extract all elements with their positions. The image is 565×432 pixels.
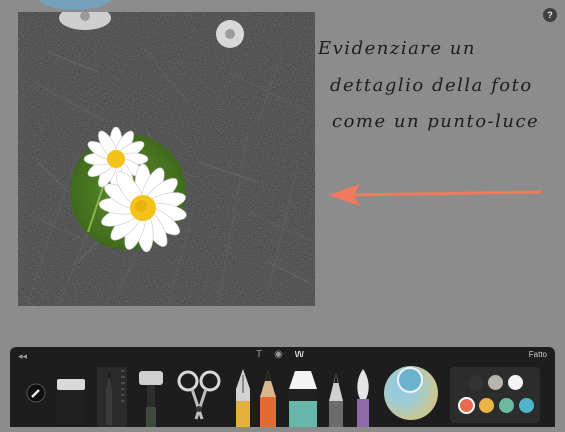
color-swatch-panel [450,367,540,423]
note-line-3: come un punto-luce [332,111,540,132]
color-swatch-yellow[interactable] [479,398,494,413]
arrow-annotation [328,184,543,206]
pen-icon[interactable] [326,371,346,432]
mode-switcher: T ◉ \/\/ [256,349,304,360]
collapse-toolbar-button[interactable]: ◂◂ [18,351,27,362]
color-mixer-wheel[interactable] [384,366,438,420]
color-swatch-gray[interactable] [488,375,503,390]
selected-color-indicator [397,367,423,393]
color-swatch-white[interactable] [508,375,523,390]
marker-icon[interactable] [287,369,319,432]
color-swatch-orange[interactable] [458,397,475,414]
fountain-pen-icon[interactable] [232,367,254,432]
note-line-1: Evidenziare un [318,38,476,59]
camera-icon[interactable]: ◉ [274,349,283,360]
drawing-toolbar: ◂◂ T ◉ \/\/ Fatto [10,347,555,427]
color-swatch-dark[interactable] [468,375,483,390]
note-line-2: dettaglio della foto [330,75,533,96]
brush-mode-icon[interactable]: \/\/ [295,350,304,359]
color-swatch-blue[interactable] [519,398,534,413]
daisy-photo[interactable] [18,12,315,306]
color-swatch-green[interactable] [499,398,514,413]
scissors-icon[interactable] [176,369,222,432]
brush-icon[interactable] [352,367,374,432]
fineliner-icon[interactable] [97,367,127,432]
pencil-icon[interactable] [258,369,278,432]
eyedropper-icon[interactable] [26,383,46,408]
paint-stroke-blob [36,0,114,10]
done-button[interactable]: Fatto [529,350,547,359]
text-tool-icon[interactable]: T [256,349,262,360]
roller-icon[interactable] [136,369,166,432]
help-button[interactable]: ? [543,8,557,22]
